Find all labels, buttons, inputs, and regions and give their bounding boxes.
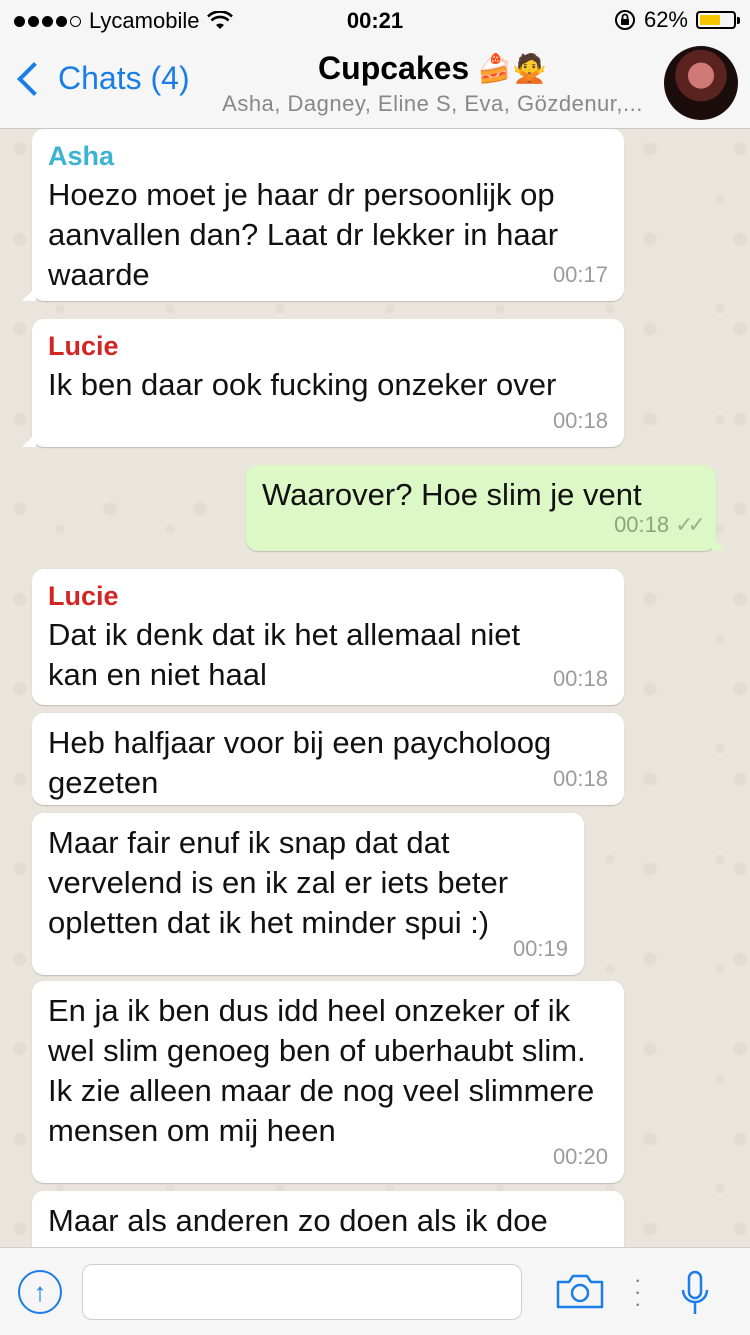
rotation-lock-icon xyxy=(614,10,635,30)
input-bar: ↑ · · · xyxy=(0,1247,750,1335)
chat-header[interactable]: Cupcakes 🍰🙅 Asha, Dagney, Eline S, Eva, … xyxy=(205,50,660,117)
battery-fill xyxy=(700,15,720,25)
chat-area[interactable]: Asha Hoezo moet je haar dr persoonlijk o… xyxy=(0,129,750,1247)
message-text: En ja ik ben dus idd heel onzeker of ik … xyxy=(48,993,595,1148)
message-time: 00:17 xyxy=(552,262,608,287)
message-time: 00:18 xyxy=(552,666,608,691)
message-text: Maar fair enuf ik snap dat dat vervelend… xyxy=(48,825,509,940)
message-time-wrap: 00:18 ✓✓ xyxy=(614,505,706,545)
status-right: 62% xyxy=(614,7,740,33)
message-text: Maar als anderen zo doen als ik doe xyxy=(48,1203,548,1238)
message-bubble[interactable]: Asha Hoezo moet je haar dr persoonlijk o… xyxy=(22,129,624,301)
message-sender: Asha xyxy=(48,141,115,171)
message-text: Hoezo moet je haar dr persoonlijk op aan… xyxy=(48,177,559,292)
message-text: Heb halfjaar voor bij een paycholoog gez… xyxy=(48,725,552,800)
nav-bar: Chats (4) Cupcakes 🍰🙅 Asha, Dagney, Elin… xyxy=(0,40,750,129)
read-receipt-icon: ✓✓ xyxy=(675,512,706,537)
chevron-left-icon xyxy=(17,61,51,96)
chat-title-emoji: 🍰🙅 xyxy=(477,53,547,84)
message-text: Ik ben daar ook fucking onzeker over xyxy=(48,367,557,402)
share-arrow-icon[interactable]: ↑ xyxy=(18,1270,62,1314)
message-bubble[interactable]: Maar fair enuf ik snap dat dat vervelend… xyxy=(32,813,584,975)
message-text: Dat ik denk dat ik het allemaal niet kan… xyxy=(48,617,521,692)
message-sender: Lucie xyxy=(48,331,119,361)
message-bubble-outgoing[interactable]: Waarover? Hoe slim je vent 00:18 ✓✓ xyxy=(246,465,726,551)
microphone-icon[interactable] xyxy=(680,1270,710,1316)
message-bubble[interactable]: En ja ik ben dus idd heel onzeker of ik … xyxy=(32,981,624,1183)
group-avatar[interactable] xyxy=(664,46,738,120)
message-input[interactable] xyxy=(82,1264,522,1320)
battery-icon xyxy=(696,11,740,29)
message-time: 00:19 xyxy=(512,936,568,961)
message-time: 00:18 xyxy=(614,512,670,537)
message-bubble[interactable]: Heb halfjaar voor bij een paycholoog gez… xyxy=(32,713,624,805)
battery-percent: 62% xyxy=(643,7,688,32)
back-label: Chats (4) xyxy=(58,60,190,96)
chat-title-text: Cupcakes xyxy=(318,50,470,86)
more-options-icon[interactable]: · · · xyxy=(634,1269,641,1315)
back-button[interactable]: Chats (4) xyxy=(14,60,190,97)
camera-icon[interactable] xyxy=(555,1272,605,1310)
status-bar: Lycamobile 00:21 62% xyxy=(0,0,750,40)
chat-participants: Asha, Dagney, Eline S, Eva, Gözdenur,... xyxy=(222,91,643,116)
message-sender: Lucie xyxy=(48,581,119,611)
chat-title: Cupcakes 🍰🙅 xyxy=(318,50,547,87)
message-bubble[interactable]: Lucie Dat ik denk dat ik het allemaal ni… xyxy=(32,569,624,705)
message-time: 00:20 xyxy=(552,1144,608,1169)
message-bubble[interactable]: Lucie Ik ben daar ook fucking onzeker ov… xyxy=(22,319,624,447)
message-bubble[interactable]: Maar als anderen zo doen als ik doe xyxy=(32,1191,624,1247)
message-time: 00:18 xyxy=(552,766,608,791)
message-time: 00:18 xyxy=(552,408,608,433)
